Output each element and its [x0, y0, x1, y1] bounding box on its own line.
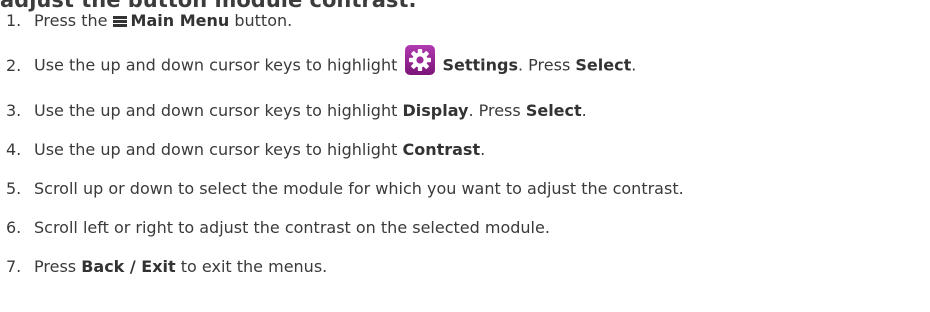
step-number: 6.: [6, 218, 22, 237]
step-text: Use the up and down cursor keys to highl…: [24, 135, 485, 165]
step-text-part: .: [480, 140, 486, 159]
step-number: 5.: [6, 179, 22, 198]
step-number: 7.: [6, 257, 22, 276]
step-text-part: .: [631, 55, 637, 75]
display-label: Display: [402, 101, 469, 120]
step-text-part: Press the: [34, 11, 108, 30]
step-text-part: . Press: [518, 55, 571, 75]
step-text: Press Back / Exit to exit the menus.: [24, 252, 327, 282]
step-4: 4. Use the up and down cursor keys to hi…: [0, 135, 485, 165]
step-text-part: .: [581, 101, 587, 120]
step-text-part: button.: [234, 11, 293, 30]
settings-label: Settings: [442, 55, 518, 75]
step-3: 3. Use the up and down cursor keys to hi…: [0, 96, 587, 126]
main-menu-icon: [112, 16, 127, 27]
step-text-part: Use the up and down cursor keys to highl…: [34, 55, 398, 75]
step-number: 3.: [6, 101, 22, 120]
step-text-part: to exit the menus.: [180, 257, 328, 276]
step-number: 2.: [6, 56, 22, 75]
select-label: Select: [525, 101, 582, 120]
step-text-part: Press: [34, 257, 77, 276]
step-text-part: Use the up and down cursor keys to highl…: [34, 101, 398, 120]
step-text-part: . Press: [468, 101, 521, 120]
step-2: 2. Use the up and down cursor keys to hi…: [0, 45, 637, 82]
step-6: 6. Scroll left or right to adjust the co…: [0, 213, 550, 243]
select-label: Select: [575, 55, 632, 75]
step-text: Use the up and down cursor keys to highl…: [24, 96, 587, 126]
back-exit-label: Back / Exit: [81, 257, 176, 276]
step-number: 1.: [6, 11, 22, 30]
step-text: Scroll left or right to adjust the contr…: [34, 218, 550, 237]
contrast-label: Contrast: [402, 140, 481, 159]
step-text: Press the Main Menu button.: [24, 6, 292, 36]
main-menu-label: Main Menu: [130, 11, 230, 30]
step-text-part: Use the up and down cursor keys to highl…: [34, 140, 398, 159]
step-7: 7. Press Back / Exit to exit the menus.: [0, 252, 327, 282]
step-5: 5. Scroll up or down to select the modul…: [0, 174, 684, 204]
step-number: 4.: [6, 140, 22, 159]
settings-gear-icon: [405, 45, 436, 75]
step-text: Scroll up or down to select the module f…: [34, 179, 684, 198]
step-text: Use the up and down cursor keys to highl…: [24, 45, 637, 82]
step-1: 1. Press the Main Menu button.: [0, 6, 292, 36]
